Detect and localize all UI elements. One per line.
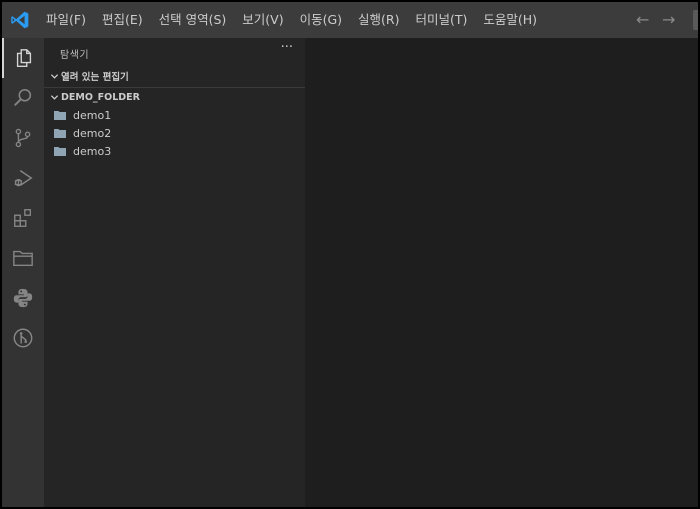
window-control-edge[interactable] — [693, 10, 698, 30]
menu-view[interactable]: 보기(V) — [234, 2, 291, 38]
activity-git-graph[interactable] — [2, 318, 44, 358]
tree-item-label: demo2 — [73, 126, 112, 140]
chevron-down-icon — [47, 93, 61, 102]
menu-run[interactable]: 실행(R) — [350, 2, 407, 38]
menu-terminal[interactable]: 터미널(T) — [408, 2, 476, 38]
search-icon — [14, 88, 32, 106]
menu-selection[interactable]: 선택 영역(S) — [151, 2, 235, 38]
activity-python[interactable] — [2, 278, 44, 318]
folder-icon — [54, 128, 66, 138]
extensions-icon — [14, 209, 32, 227]
menu-help[interactable]: 도움말(H) — [475, 2, 545, 38]
folder-section-header[interactable]: DEMO_FOLDER — [44, 87, 305, 107]
tree-item-demo2[interactable]: demo2 — [44, 124, 305, 142]
menu-edit[interactable]: 편집(E) — [94, 2, 151, 38]
activity-extensions[interactable] — [2, 198, 44, 238]
tree-item-label: demo1 — [73, 108, 112, 122]
activity-folder[interactable] — [2, 238, 44, 278]
activity-run-debug[interactable] — [2, 158, 44, 198]
menu-bar: 파일(F) 편집(E) 선택 영역(S) 보기(V) 이동(G) 실행(R) 터… — [38, 2, 545, 38]
editor-area[interactable] — [305, 38, 698, 507]
vscode-window: 파일(F) 편집(E) 선택 영역(S) 보기(V) 이동(G) 실행(R) 터… — [2, 2, 698, 507]
forward-arrow-icon[interactable]: → — [662, 11, 675, 29]
git-graph-icon — [13, 328, 33, 348]
run-debug-icon — [14, 170, 33, 187]
menu-file[interactable]: 파일(F) — [38, 2, 94, 38]
source-control-icon — [15, 128, 31, 148]
sidebar-title: 탐색기 — [60, 50, 90, 61]
chevron-down-icon — [47, 72, 61, 81]
back-arrow-icon[interactable]: ← — [636, 11, 649, 29]
activity-explorer[interactable] — [2, 38, 44, 78]
tree-item-label: demo3 — [73, 144, 112, 158]
folder-name: DEMO_FOLDER — [61, 91, 140, 103]
activity-source-control[interactable] — [2, 118, 44, 158]
open-editors-section[interactable]: 열려 있는 편집기 — [44, 66, 305, 86]
title-bar: 파일(F) 편집(E) 선택 영역(S) 보기(V) 이동(G) 실행(R) 터… — [2, 2, 698, 38]
folder-icon — [54, 110, 66, 120]
folder-icon — [54, 146, 66, 156]
open-editors-label: 열려 있는 편집기 — [61, 72, 129, 83]
python-icon — [13, 288, 33, 308]
explorer-icon — [16, 49, 32, 67]
more-actions-icon[interactable]: ··· — [281, 40, 293, 55]
activity-bar — [2, 38, 44, 507]
menu-go[interactable]: 이동(G) — [292, 2, 350, 38]
explorer-sidebar: 탐색기 ··· 열려 있는 편집기 DEMO_FOLDER demo1 demo… — [44, 38, 305, 507]
activity-search[interactable] — [2, 78, 44, 118]
tree-item-demo1[interactable]: demo1 — [44, 106, 305, 124]
folder-icon — [13, 250, 33, 267]
vscode-logo-icon — [11, 11, 29, 29]
tree-item-demo3[interactable]: demo3 — [44, 142, 305, 160]
